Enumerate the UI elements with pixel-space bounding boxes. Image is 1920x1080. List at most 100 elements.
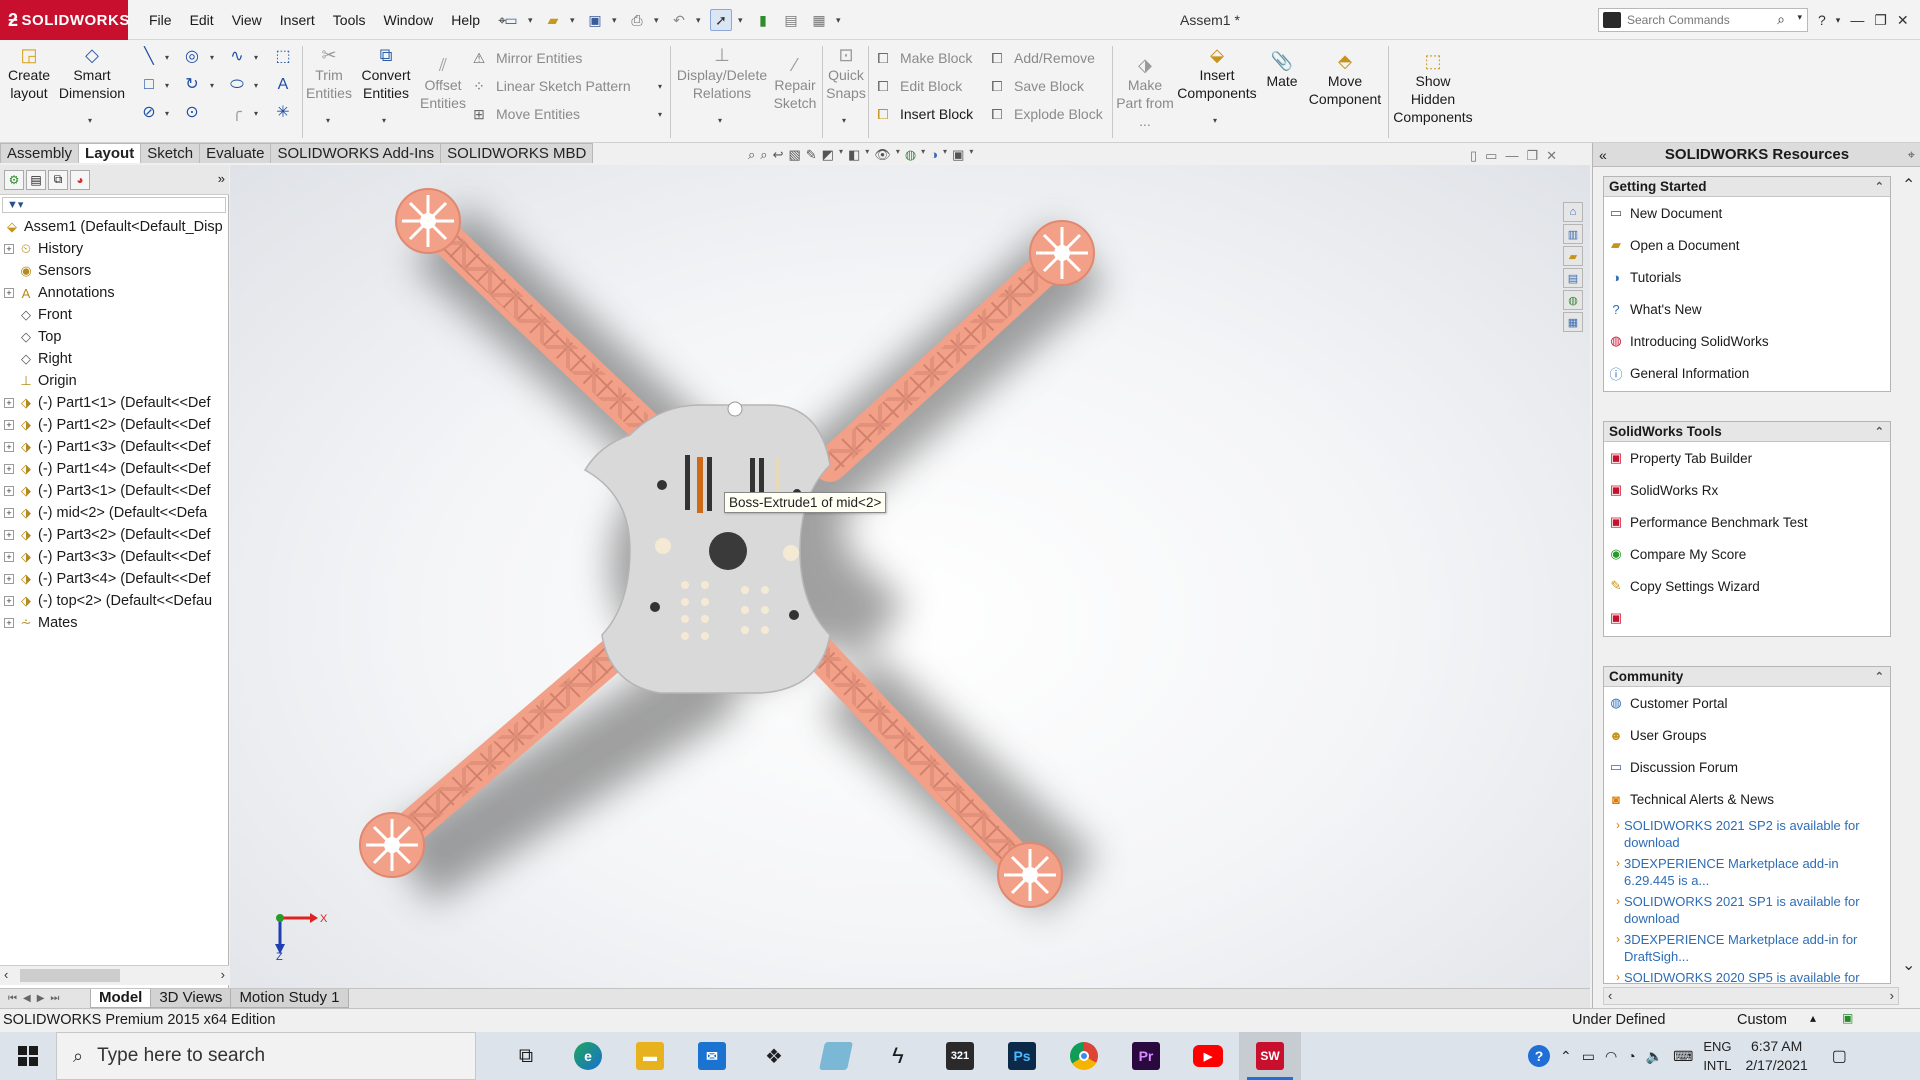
section-view-icon[interactable]: ▧ — [788, 147, 800, 163]
start-button[interactable] — [0, 1032, 56, 1080]
tab-evaluate[interactable]: Evaluate — [199, 143, 272, 163]
quick-snaps-button[interactable]: ⊡ Quick Snaps — [826, 44, 866, 102]
chevron-down-icon[interactable]: ▾ — [254, 81, 258, 90]
notifications-icon[interactable]: ▢ — [1832, 1046, 1847, 1066]
tree-item[interactable]: + A Annotations — [0, 282, 229, 304]
solidworks-tools-title[interactable]: SolidWorks Tools ⌃ — [1604, 422, 1890, 442]
scroll-right-icon[interactable]: › — [1890, 988, 1894, 1003]
tab-motion-study-1[interactable]: Motion Study 1 — [230, 989, 349, 1008]
spline-icon[interactable]: ∿ — [228, 48, 246, 66]
collapse-chevron-icon[interactable]: ⌃ — [1875, 177, 1884, 197]
dynamic-annotation-icon[interactable]: ✎ — [806, 147, 817, 163]
task-pane-link[interactable]: ⓘ General Information — [1604, 357, 1890, 389]
line-icon[interactable]: ╲ — [140, 48, 158, 66]
task-pane-link[interactable]: ◍ Introducing SolidWorks — [1604, 325, 1890, 357]
tree-item[interactable]: + ⬗ (-) top<2> (Default<<Defau — [0, 590, 229, 612]
tree-item[interactable]: + ⬗ (-) Part3<2> (Default<<Def — [0, 524, 229, 546]
chevron-down-icon[interactable]: ▾ — [842, 116, 846, 125]
chevron-down-icon[interactable]: ▾ — [865, 147, 869, 163]
graphics-area[interactable]: Boss-Extrude1 of mid<2> X Z ⌂ ▥ ▰ ▤ ◍ ▦ — [230, 165, 1590, 988]
chevron-down-icon[interactable]: ▾ — [658, 110, 662, 119]
fillet-icon[interactable]: ╭ — [228, 104, 246, 122]
chevron-down-icon[interactable]: ▾ — [738, 15, 746, 26]
tab-sketch[interactable]: Sketch — [140, 143, 201, 163]
drone-frame-model[interactable] — [230, 165, 1590, 988]
photoshop-button[interactable]: Ps — [991, 1032, 1053, 1080]
chevron-down-icon[interactable]: ▾ — [326, 116, 330, 125]
feature-tree-hscrollbar[interactable]: ‹ › — [0, 965, 229, 985]
scroll-left-icon[interactable]: ‹ — [1608, 988, 1612, 1003]
tree-item[interactable]: + ⬗ (-) Part1<4> (Default<<Def — [0, 458, 229, 480]
chevron-down-icon[interactable]: ▾ — [210, 53, 214, 62]
tab-solidworks-mbd[interactable]: SOLIDWORKS MBD — [440, 143, 594, 163]
menu-insert[interactable]: Insert — [271, 0, 324, 40]
expand-icon[interactable]: + — [4, 552, 14, 562]
file-properties-icon[interactable]: ▤ — [780, 9, 802, 31]
task-pane-link[interactable]: ☻ User Groups — [1604, 719, 1890, 751]
tree-item[interactable]: ◇ Top — [0, 326, 229, 348]
chevron-down-icon[interactable]: ▾ — [969, 147, 973, 163]
collapse-chevron-icon[interactable]: ⌃ — [1875, 422, 1884, 442]
task-pane-link[interactable]: ◑ Tutorials — [1604, 261, 1890, 293]
tab-layout[interactable]: Layout — [78, 143, 142, 163]
tree-item[interactable]: ◇ Front — [0, 304, 229, 326]
text-icon[interactable]: A — [274, 76, 292, 94]
mail-button[interactable]: ✉ — [681, 1032, 743, 1080]
last-tab-icon[interactable]: ⏭ — [50, 993, 59, 1004]
expand-icon[interactable]: + — [4, 574, 14, 584]
feature-tree-tab-icon[interactable]: ⚙ — [4, 169, 24, 190]
arm-bottom-right[interactable] — [793, 626, 1063, 908]
tree-item[interactable]: ◇ Right — [0, 348, 229, 370]
news-link[interactable]: SOLIDWORKS 2021 SP1 is available for dow… — [1604, 891, 1890, 929]
youtube-button[interactable]: ▶ — [1177, 1032, 1239, 1080]
close-doc-icon[interactable]: ✕ — [1546, 148, 1557, 164]
move-component-button[interactable]: ⬘ Move Component — [1306, 50, 1384, 108]
chevron-down-icon[interactable]: ▾ — [1836, 15, 1841, 26]
calendar-app-button[interactable]: 321 — [929, 1032, 991, 1080]
split-horizontal-icon[interactable]: ▭ — [1485, 148, 1497, 164]
chevron-up-icon[interactable]: ▴ — [1810, 1011, 1816, 1025]
chevron-down-icon[interactable]: ▾ — [718, 116, 722, 125]
display-manager-tab-icon[interactable]: ◕ — [70, 169, 90, 190]
smart-dimension-button[interactable]: ◇ Smart Dimension — [56, 44, 128, 102]
minimize-doc-icon[interactable]: — — [1505, 148, 1518, 164]
configuration-manager-tab-icon[interactable]: ⧉ — [48, 169, 68, 190]
expand-icon[interactable]: + — [4, 442, 14, 452]
hide-show-items-icon[interactable]: 👁 — [874, 147, 891, 163]
chevron-down-icon[interactable]: ▾ — [165, 53, 169, 62]
bolt-app-button[interactable]: ϟ — [867, 1032, 929, 1080]
volume-icon[interactable]: 🔈 — [1646, 1048, 1663, 1065]
chevron-down-icon[interactable]: ▾ — [658, 82, 662, 91]
scrollbar-thumb[interactable] — [20, 969, 120, 982]
scroll-up-icon[interactable]: ⌃ — [1902, 175, 1915, 195]
tree-item[interactable]: + ⬗ (-) Part1<2> (Default<<Def — [0, 414, 229, 436]
make-block-button[interactable]: ⧠ Make Block — [874, 46, 972, 70]
circle-icon[interactable]: ◎ — [183, 48, 201, 66]
keyboard-icon[interactable]: ⌨ — [1673, 1048, 1693, 1065]
prev-tab-icon[interactable]: ◀ — [23, 993, 31, 1004]
expand-icon[interactable]: + — [4, 464, 14, 474]
task-pane-link[interactable]: ▣ SolidWorks Rx — [1604, 474, 1890, 506]
appearances-icon[interactable]: ◍ — [1563, 290, 1583, 310]
chevron-down-icon[interactable]: ▾ — [528, 15, 536, 26]
chevron-down-icon[interactable]: ▾ — [839, 147, 843, 163]
chevron-down-icon[interactable]: ▾ — [696, 15, 704, 26]
previous-view-icon[interactable]: ↩ — [773, 147, 784, 163]
expand-icon[interactable]: + — [4, 398, 14, 408]
restore-doc-icon[interactable]: ❐ — [1526, 148, 1538, 164]
home-icon[interactable]: ⌂ — [1563, 202, 1583, 222]
edge-button[interactable]: e — [557, 1032, 619, 1080]
dotted-rectangle-icon[interactable]: ⬚ — [274, 48, 292, 66]
tree-item[interactable]: + ⩪ Mates — [0, 612, 229, 634]
zoom-to-area-icon[interactable]: ⌕ — [760, 147, 767, 163]
arm-top-left[interactable] — [395, 188, 679, 460]
chrome-button[interactable] — [1053, 1032, 1115, 1080]
tree-item[interactable]: + ⬗ (-) Part3<1> (Default<<Def — [0, 480, 229, 502]
task-pane-link[interactable]: ▣ — [1604, 602, 1890, 634]
collapse-chevron-icon[interactable]: ⌃ — [1875, 667, 1884, 687]
save-icon[interactable]: ▣ — [584, 9, 606, 31]
rectangle-icon[interactable]: □ — [140, 76, 158, 94]
chevron-down-icon[interactable]: ▾ — [254, 53, 258, 62]
tree-item[interactable]: ◉ Sensors — [0, 260, 229, 282]
chevron-down-icon[interactable]: ▾ — [254, 109, 258, 118]
